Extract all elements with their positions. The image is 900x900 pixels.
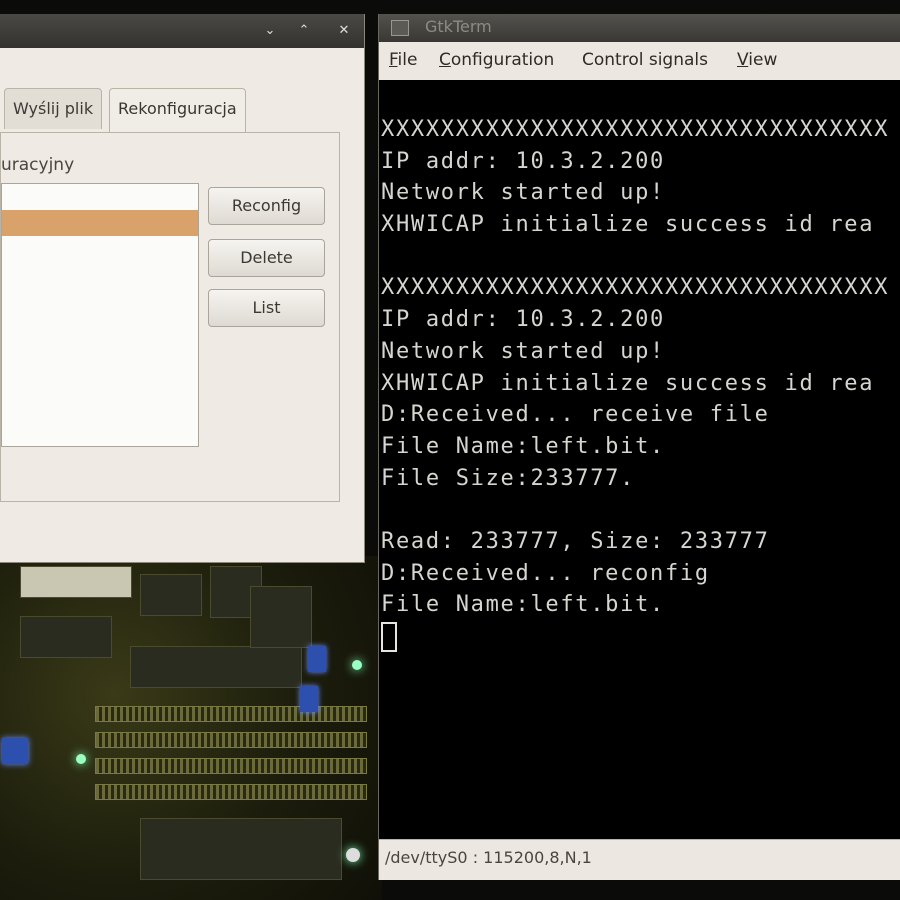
tab-send-file[interactable]: Wyślij plik bbox=[4, 88, 103, 129]
menu-bar: File Configuration Control signals View bbox=[379, 42, 900, 81]
board-chip bbox=[250, 586, 312, 648]
window-titlebar[interactable]: ⌄ ⌃ ✕ bbox=[0, 14, 364, 48]
board-led bbox=[346, 848, 360, 862]
terminal-line: IP addr: 10.3.2.200 bbox=[381, 307, 665, 333]
reconfiguration-panel: uracyjny Reconfig Delete List bbox=[0, 132, 340, 502]
board-chip bbox=[140, 574, 202, 616]
maximize-icon[interactable]: ⌃ bbox=[296, 23, 312, 39]
terminal-line: Network started up! bbox=[381, 180, 665, 206]
gtkterm-window: GtkTerm File Configuration Control signa… bbox=[378, 14, 900, 880]
terminal-line: File Name:left.bit. bbox=[381, 592, 665, 618]
terminal-line: XXXXXXXXXXXXXXXXXXXXXXXXXXXXXXXXXX bbox=[381, 117, 890, 142]
delete-button[interactable]: Delete bbox=[208, 239, 325, 277]
board-slot bbox=[95, 784, 367, 800]
tab-reconfiguration[interactable]: Rekonfiguracja bbox=[109, 88, 246, 133]
menu-control-signals[interactable]: Control signals bbox=[582, 50, 708, 70]
board-led bbox=[76, 754, 86, 764]
terminal-line: XXXXXXXXXXXXXXXXXXXXXXXXXXXXXXXXXX bbox=[381, 275, 890, 301]
board-dip-switch bbox=[2, 738, 28, 764]
port-settings-status: /dev/ttyS0 : 115200,8,N,1 bbox=[385, 848, 592, 867]
group-label: uracyjny bbox=[1, 155, 75, 175]
board-dip-switch bbox=[300, 686, 318, 712]
terminal-line: D:Received... receive file bbox=[381, 402, 770, 428]
reconfiguration-window: ⌄ ⌃ ✕ Wyślij plik Rekonfiguracja uracyjn… bbox=[0, 14, 365, 563]
terminal-cursor-line bbox=[379, 621, 900, 653]
terminal-line: File Name:left.bit. bbox=[381, 433, 665, 459]
terminal-line: IP addr: 10.3.2.200 bbox=[381, 148, 665, 174]
terminal-line: D:Received... reconfig bbox=[381, 560, 710, 586]
terminal-icon bbox=[391, 20, 409, 36]
menu-view[interactable]: View bbox=[737, 50, 777, 70]
board-led bbox=[352, 660, 362, 670]
close-icon[interactable]: ✕ bbox=[336, 23, 352, 39]
list-button[interactable]: List bbox=[208, 289, 325, 327]
list-item-selected[interactable] bbox=[2, 210, 198, 236]
status-bar: /dev/ttyS0 : 115200,8,N,1 bbox=[379, 839, 900, 880]
menu-configuration[interactable]: Configuration bbox=[439, 50, 554, 70]
tab-bar: Wyślij plik Rekonfiguracja bbox=[0, 74, 364, 133]
board-slot bbox=[95, 758, 367, 774]
terminal-output[interactable]: XXXXXXXXXXXXXXXXXXXXXXXXXXXXXXXXXX IP ad… bbox=[379, 80, 900, 840]
board-chip bbox=[130, 646, 302, 688]
reconfig-button[interactable]: Reconfig bbox=[208, 187, 325, 225]
board-slot bbox=[95, 732, 367, 748]
board-label-sticker bbox=[20, 566, 132, 598]
terminal-title: GtkTerm bbox=[425, 17, 492, 36]
config-file-list[interactable] bbox=[1, 183, 199, 447]
terminal-line: Read: 233777, Size: 233777 bbox=[381, 528, 770, 554]
menu-file[interactable]: File bbox=[389, 50, 417, 70]
board-chip bbox=[140, 818, 342, 880]
terminal-titlebar[interactable]: GtkTerm bbox=[379, 14, 900, 42]
minimize-icon[interactable]: ⌄ bbox=[262, 23, 278, 39]
terminal-cursor bbox=[381, 622, 397, 652]
terminal-line: Network started up! bbox=[381, 338, 665, 364]
terminal-line: File Size:233777. bbox=[381, 465, 636, 491]
terminal-line: XHWICAP initialize success id rea bbox=[381, 370, 875, 396]
board-chip bbox=[20, 616, 112, 658]
board-dip-switch bbox=[308, 646, 326, 672]
list-item[interactable] bbox=[2, 184, 198, 210]
circuit-board-photo bbox=[0, 556, 382, 900]
board-slot bbox=[95, 706, 367, 722]
terminal-line: XHWICAP initialize success id rea bbox=[381, 212, 875, 238]
